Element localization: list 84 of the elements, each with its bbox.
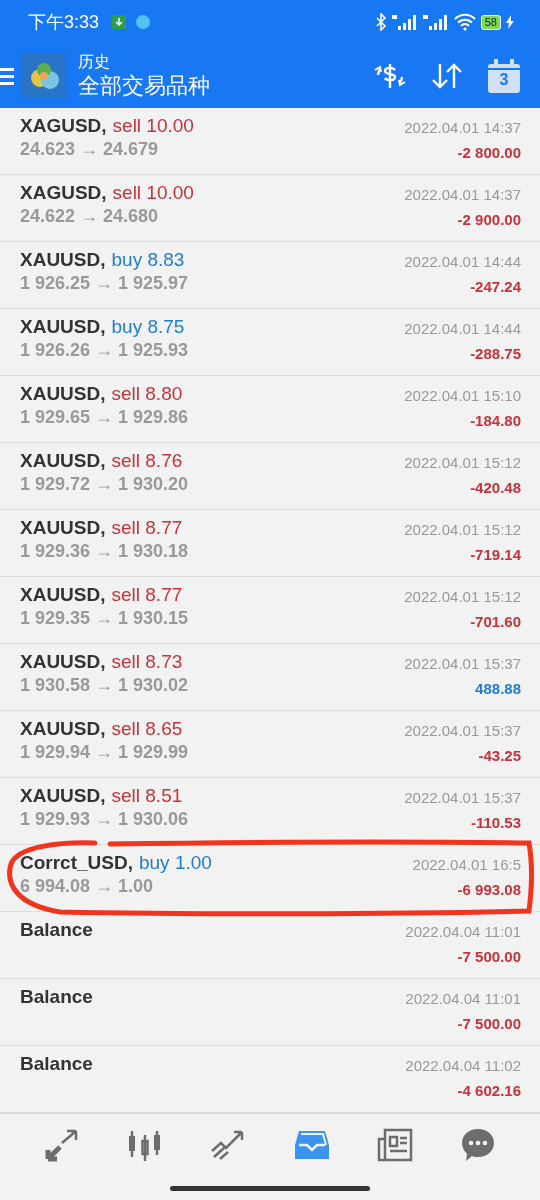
price-range: 24.623 → 24.679 [20,138,160,160]
deal-time: 2022.04.04 11:01 [405,922,521,942]
deal-time: 2022.04.01 14:37 [404,118,521,138]
price-range: 1 929.35 → 1 930.15 [20,607,189,629]
profit-value: 488.88 [475,679,521,699]
profit-value: -6 993.08 [457,880,521,900]
price-range: 1 930.58 → 1 930.02 [20,674,189,696]
deal-time: 2022.04.01 14:44 [404,319,521,339]
order-type: buy 8.75 [111,315,185,339]
order-type: sell 8.73 [111,650,183,674]
download-icon [112,15,127,29]
symbol-filter[interactable]: 全部交易品种 [78,72,210,100]
order-type: buy 8.83 [111,248,185,272]
order-type: sell 8.80 [111,382,183,406]
price-range: 1 926.26 → 1 925.93 [20,339,189,361]
battery-level: 58 [480,14,501,30]
deal-time: 2022.04.04 11:01 [405,989,521,1009]
price-range: 6 994.08 → 1.00 [20,875,155,897]
bluetooth-icon [374,13,387,31]
balance-label: Balance [20,1052,93,1076]
symbol-label: XAUUSD, [20,382,106,406]
price-range: 24.622 → 24.680 [20,205,160,227]
symbol-label: XAUUSD, [20,248,106,272]
profit-value: -701.60 [470,612,521,632]
profit-value: -2 900.00 [457,210,521,230]
screen-title: 历史 [78,52,111,72]
deal-time: 2022.04.01 15:12 [404,587,521,607]
order-type: sell 8.77 [111,516,183,540]
symbol-label: XAUUSD, [20,516,106,540]
order-type: sell 10.00 [112,114,194,138]
profit-value: -4 602.16 [457,1081,521,1101]
order-type: buy 1.00 [139,851,212,875]
bubble-icon [135,14,152,30]
profit-value: -110.53 [470,813,521,833]
price-range: 1 926.25 → 1 925.97 [20,272,189,294]
profit-value: -247.24 [470,277,521,297]
price-range: 1 929.72 → 1 930.20 [20,473,189,495]
symbol-label: XAGUSD, [20,181,107,205]
deal-time: 2022.04.01 15:12 [404,453,521,473]
symbol-label: XAUUSD, [20,449,106,473]
symbol-label: Corrct_USD, [20,851,133,875]
currency-exchange-icon[interactable] [372,61,408,91]
profit-value: -7 500.00 [457,947,521,967]
profit-value: -420.48 [470,478,521,498]
deal-time: 2022.04.01 15:12 [404,520,521,540]
deal-time: 2022.04.01 14:37 [404,185,521,205]
symbol-label: XAUUSD, [20,784,106,808]
balance-label: Balance [20,918,93,942]
order-type: sell 8.76 [111,449,183,473]
status-time: 下午3:33 [28,11,100,34]
sort-icon[interactable] [430,61,464,91]
price-range: 1 929.93 → 1 930.06 [20,808,189,830]
wifi-icon [453,13,476,31]
deal-time: 2022.04.01 15:37 [404,721,521,741]
profit-value: -288.75 [470,344,521,364]
deal-time: 2022.04.01 16:5 [412,855,521,875]
deal-time: 2022.04.01 15:10 [404,386,521,406]
balance-label: Balance [20,985,93,1009]
deal-time: 2022.04.01 15:37 [404,654,521,674]
price-range: 1 929.94 → 1 929.99 [20,741,189,763]
deal-time: 2022.04.01 15:37 [404,788,521,808]
signal-icon [422,13,449,31]
order-type: sell 8.51 [111,784,183,808]
profit-value: -43.25 [478,746,521,766]
order-type: sell 8.65 [111,717,183,741]
deal-time: 2022.04.04 11:02 [405,1056,521,1076]
symbol-label: XAUUSD, [20,650,106,674]
price-range: 1 929.36 → 1 930.18 [20,540,189,562]
order-type: sell 8.77 [111,583,183,607]
profit-value: -7 500.00 [457,1014,521,1034]
symbol-label: XAGUSD, [20,114,107,138]
profit-value: -719.14 [470,545,521,565]
deal-time: 2022.04.01 14:44 [404,252,521,272]
symbol-label: XAUUSD, [20,583,106,607]
price-range: 1 929.65 → 1 929.86 [20,406,189,428]
signal-icon [391,13,418,31]
charging-icon [506,15,514,29]
order-type: sell 10.00 [112,181,194,205]
app-logo-icon [22,54,66,98]
menu-icon[interactable] [0,66,14,86]
symbol-label: XAUUSD, [20,717,106,741]
profit-value: -184.80 [470,411,521,431]
symbol-label: XAUUSD, [20,315,106,339]
profit-value: -2 800.00 [457,143,521,163]
